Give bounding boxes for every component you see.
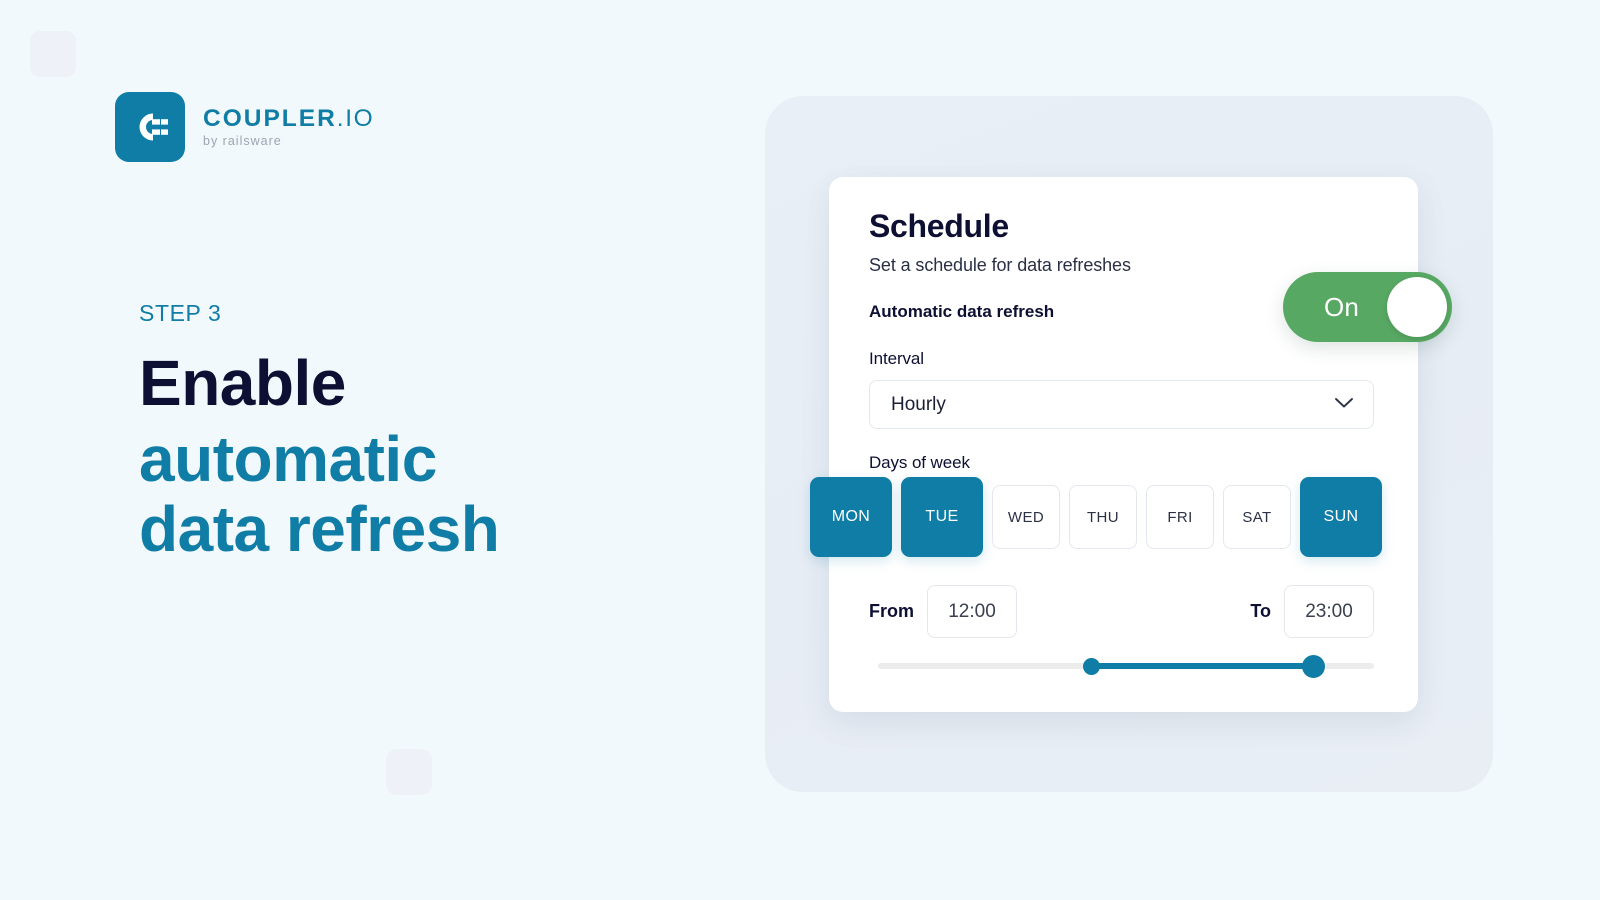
card-title: Schedule — [869, 208, 1009, 244]
slider-handle-start[interactable] — [1083, 658, 1100, 675]
page-title: Enable automatic data refresh — [139, 347, 699, 565]
headline-line-1: Enable — [139, 347, 346, 419]
day-toggle-mon[interactable]: MON — [810, 477, 892, 557]
day-toggle-thu[interactable]: THU — [1069, 485, 1137, 549]
days-of-week-group: MON TUE WED THU FRI SAT SUN — [810, 477, 1410, 557]
coupler-connector-icon — [115, 92, 185, 162]
automatic-refresh-label: Automatic data refresh — [869, 302, 1055, 322]
day-toggle-sat[interactable]: SAT — [1223, 485, 1291, 549]
time-range-slider[interactable] — [878, 655, 1374, 678]
decorative-square-bottom-left — [386, 749, 432, 795]
days-of-week-label: Days of week — [869, 453, 970, 473]
step-label: STEP 3 — [139, 300, 222, 326]
time-range-row: From 12:00 To 23:00 — [869, 585, 1374, 638]
day-toggle-fri[interactable]: FRI — [1146, 485, 1214, 549]
schedule-card: Schedule Set a schedule for data refresh… — [810, 177, 1418, 712]
toggle-knob — [1387, 277, 1447, 337]
day-toggle-wed[interactable]: WED — [992, 485, 1060, 549]
interval-selected-value: Hourly — [891, 393, 946, 415]
toggle-state-label: On — [1324, 291, 1360, 322]
from-label: From — [869, 601, 914, 621]
brand-tagline: by railsware — [203, 133, 282, 148]
day-toggle-tue[interactable]: TUE — [901, 477, 983, 557]
slider-track-fill — [1092, 663, 1316, 669]
from-time-input[interactable]: 12:00 — [927, 585, 1017, 638]
interval-select[interactable]: Hourly — [869, 380, 1374, 430]
decorative-square-top-left — [30, 31, 76, 77]
brand-wordmark-main: COUPLER — [203, 105, 337, 132]
brand-wordmark-suffix: .IO — [336, 105, 375, 132]
headline-line-3: data refresh — [139, 492, 500, 565]
day-toggle-sun[interactable]: SUN — [1300, 477, 1382, 557]
to-time-input[interactable]: 23:00 — [1284, 585, 1374, 638]
interval-field: Interval Hourly — [869, 349, 1374, 430]
card-subtitle: Set a schedule for data refreshes — [869, 255, 1131, 276]
interval-label: Interval — [869, 349, 924, 369]
headline-line-2: automatic — [139, 422, 437, 495]
brand-logo: COUPLER.IO by railsware — [115, 92, 374, 162]
left-copy-block: STEP 3 Enable automatic data refresh — [139, 300, 699, 564]
slider-handle-end[interactable] — [1302, 655, 1325, 678]
automatic-refresh-toggle[interactable]: On — [1283, 272, 1452, 342]
to-label: To — [1250, 601, 1271, 621]
chevron-down-icon — [1334, 396, 1354, 414]
brand-wordmark: COUPLER.IO — [203, 105, 375, 132]
